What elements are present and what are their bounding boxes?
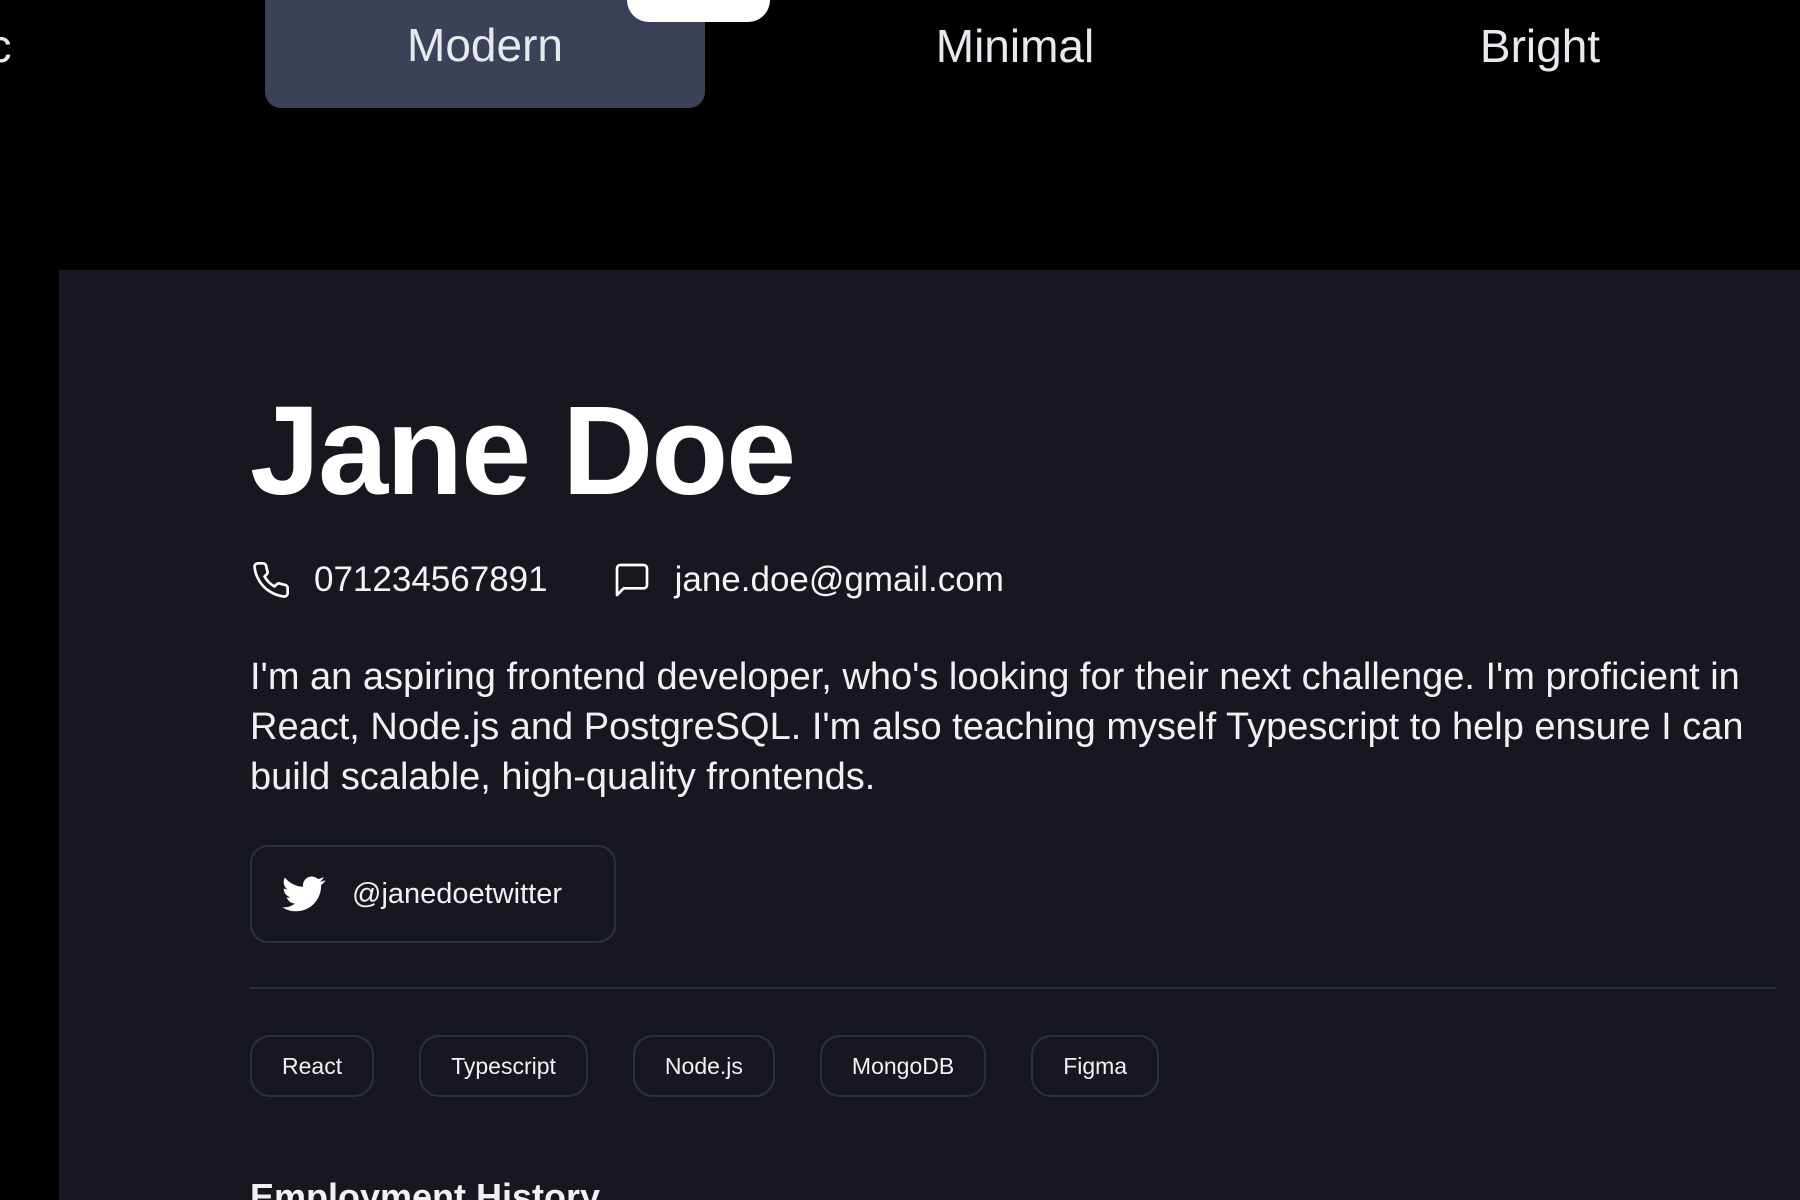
twitter-handle: @janedoetwitter — [352, 877, 562, 910]
resume-name: Jane Doe — [250, 380, 796, 521]
email-contact: jane.doe@gmail.com — [611, 559, 1004, 601]
phone-contact: 071234567891 — [250, 559, 548, 601]
theme-tab-partial[interactable]: c — [0, 0, 30, 110]
twitter-icon — [282, 874, 328, 914]
email-address: jane.doe@gmail.com — [674, 560, 1004, 599]
phone-number: 071234567891 — [314, 560, 548, 599]
theme-tab-minimal[interactable]: Minimal — [795, 0, 1235, 110]
skill-tag: Typescript — [419, 1035, 588, 1097]
message-icon — [611, 559, 653, 601]
employment-history-heading: Employment History — [250, 1176, 601, 1200]
bio-text: I'm an aspiring frontend developer, who'… — [250, 656, 1744, 798]
divider — [250, 987, 1776, 989]
skill-tag: Node.js — [632, 1035, 775, 1097]
resume-card: Jane Doe 071234567891 jane.doe@gmail.com — [59, 270, 1800, 1200]
theme-tabs: c Modern Minimal Bright — [0, 0, 1800, 110]
skill-tag: React — [250, 1035, 375, 1097]
skills-list: React Typescript Node.js MongoDB Figma — [250, 1035, 1204, 1097]
twitter-link[interactable]: @janedoetwitter — [250, 845, 616, 943]
theme-tab-bright[interactable]: Bright — [1320, 0, 1760, 110]
theme-tab-bright-label: Bright — [1479, 20, 1601, 72]
page: c Modern Minimal Bright Jane Doe 0712345… — [0, 0, 1800, 1200]
phone-icon — [250, 559, 292, 601]
theme-tab-partial-label: c — [0, 20, 12, 72]
theme-tab-minimal-label: Minimal — [935, 20, 1095, 72]
theme-tab-modern-label: Modern — [407, 19, 563, 71]
selected-indicator — [627, 0, 770, 22]
skill-tag: Figma — [1031, 1035, 1160, 1097]
contact-row: 071234567891 jane.doe@gmail.com — [250, 560, 1067, 600]
skill-tag: MongoDB — [819, 1035, 987, 1097]
